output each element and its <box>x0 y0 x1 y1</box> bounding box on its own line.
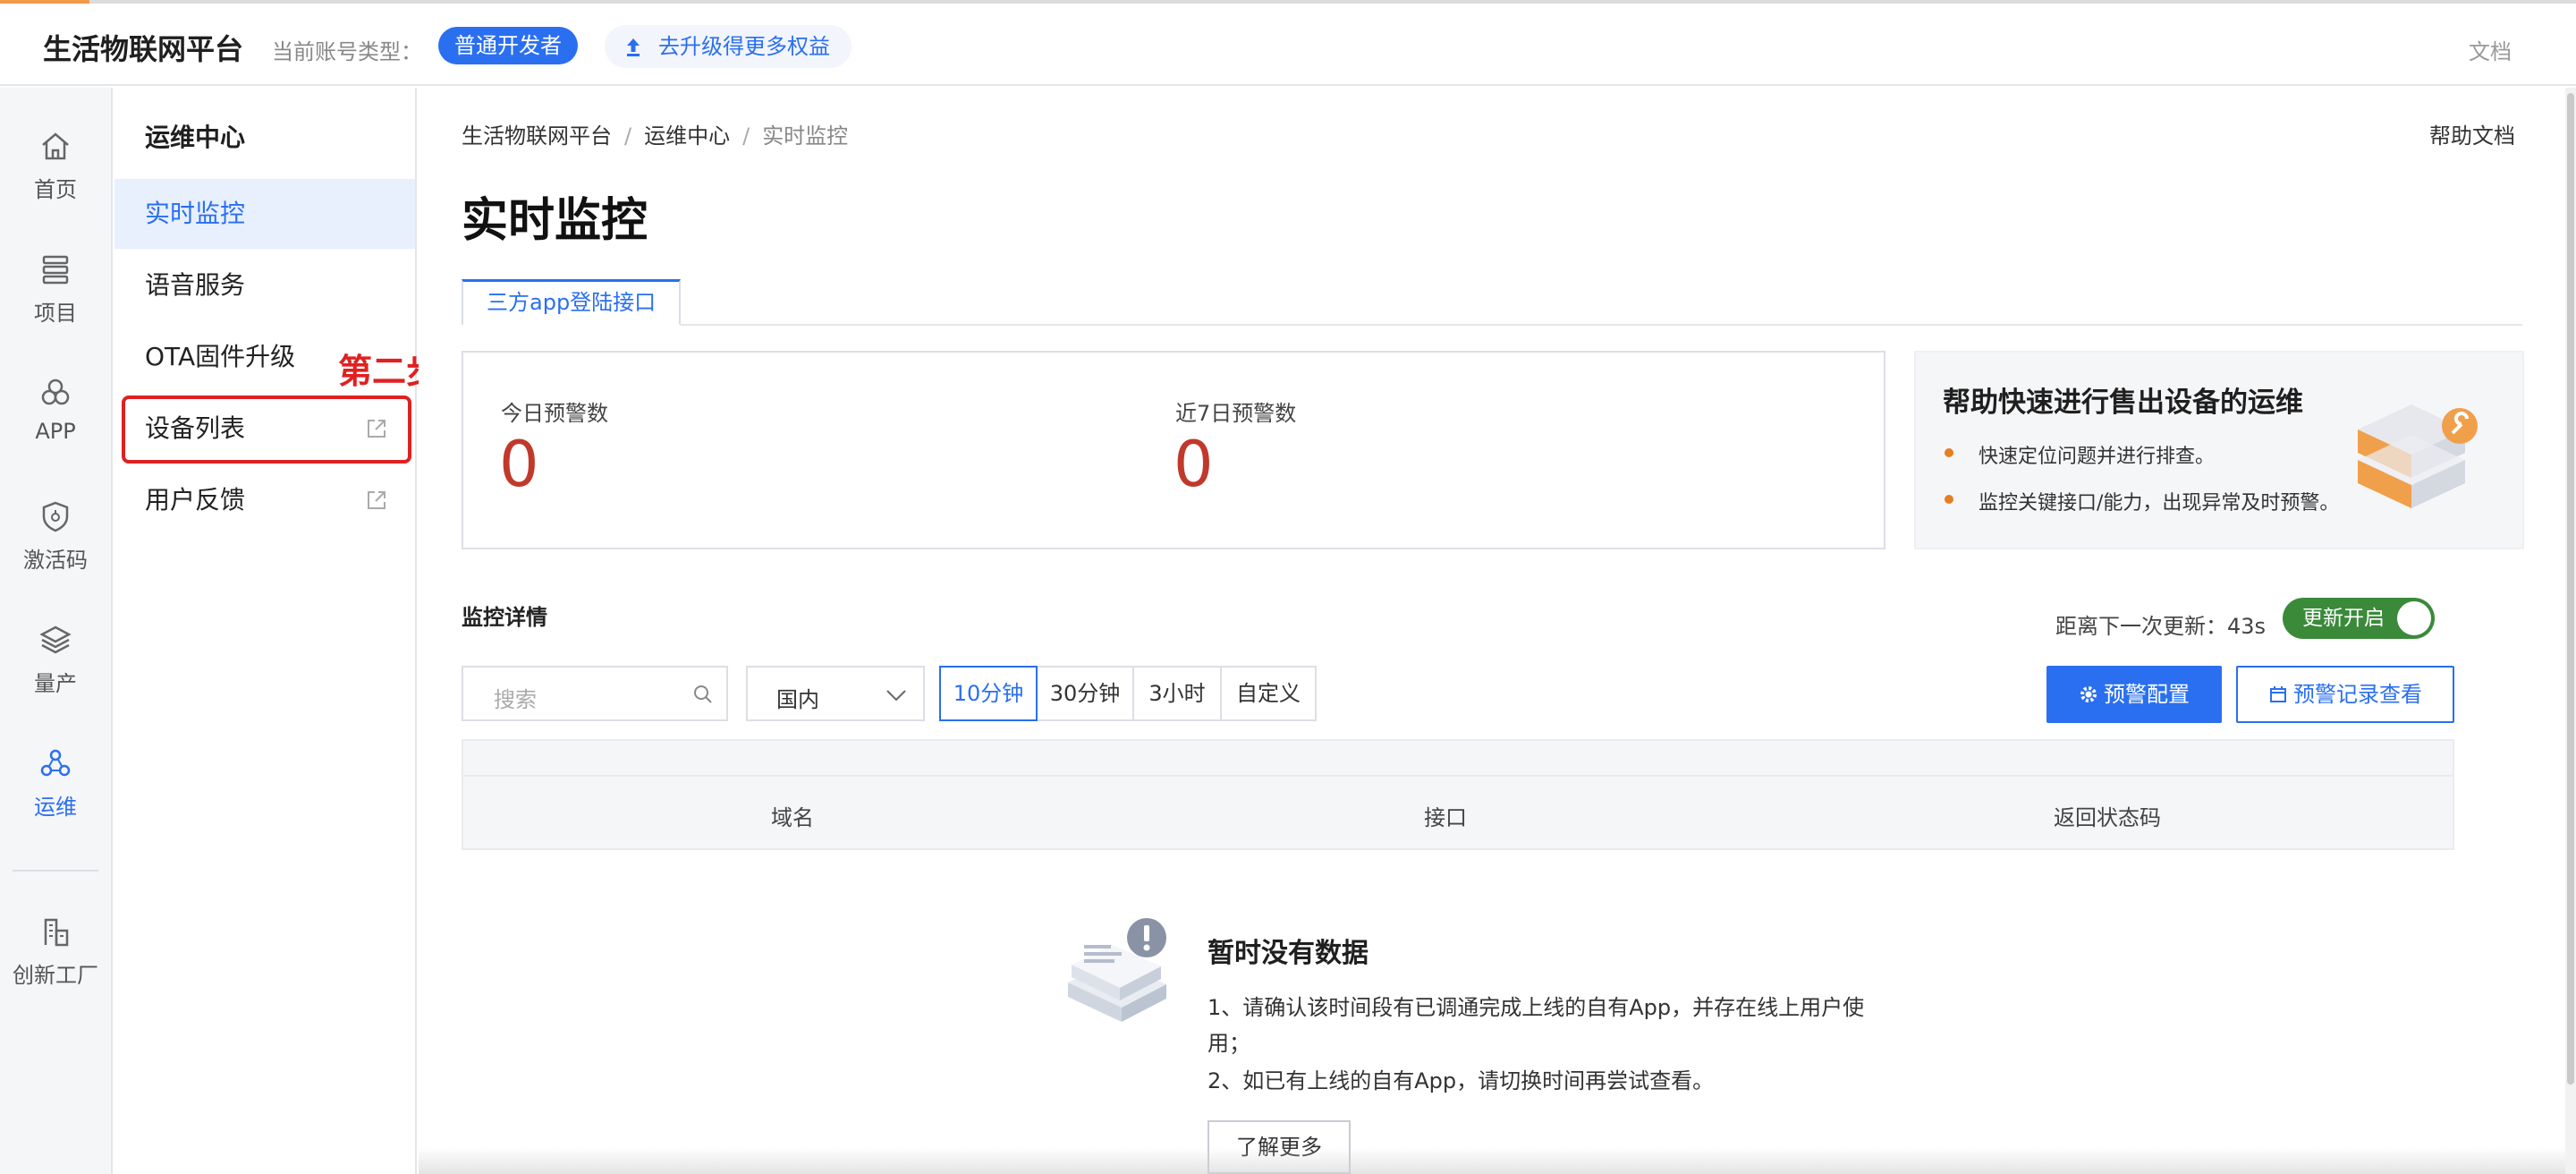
nav-label: 量产 <box>34 671 77 696</box>
nav-item-app[interactable]: APP <box>0 376 111 483</box>
search-icon <box>694 685 712 703</box>
nav-label: 项目 <box>34 301 77 326</box>
menu-item-label: 用户反馈 <box>145 485 246 515</box>
search-input[interactable]: 搜索 <box>462 666 728 721</box>
tab-third-party-login[interactable]: 三方app登陆接口 <box>462 279 682 326</box>
account-type-badge: 普通开发者 <box>438 27 578 64</box>
ops-side-menu: 运维中心 实时监控 语音服务 OTA固件升级 设备列表 用户反馈 <box>114 88 417 1174</box>
breadcrumb-current: 实时监控 <box>762 123 849 149</box>
upgrade-button[interactable]: 去升级得更多权益 <box>605 25 852 68</box>
promo-title: 帮助快速进行售出设备的运维 <box>1943 387 2303 419</box>
shield-icon <box>42 501 69 532</box>
docs-link[interactable]: 文档 <box>2469 34 2512 65</box>
annotation-highlight-box <box>122 396 411 464</box>
nav-label: 首页 <box>34 177 77 202</box>
menu-title: 运维中心 <box>145 123 246 152</box>
help-docs-link[interactable]: 帮助文档 <box>2429 118 2515 149</box>
nav-item-project[interactable]: 项目 <box>0 252 111 360</box>
toggle-knob <box>2397 601 2431 635</box>
calendar-icon <box>2270 686 2286 702</box>
nav-label: 激活码 <box>23 548 88 573</box>
empty-state-hint-1: 1、请确认该时间段有已调通完成上线的自有App，并存在线上用户使 <box>1208 995 1865 1020</box>
range-custom-button[interactable]: 自定义 <box>1220 666 1317 721</box>
menu-item-label: 实时监控 <box>145 199 246 228</box>
page-title: 实时监控 <box>462 194 648 248</box>
factory-icon <box>44 918 69 947</box>
breadcrumb-item[interactable]: 运维中心 <box>644 123 730 149</box>
table-toolbar-strip <box>462 739 2454 777</box>
brand-title[interactable]: 生活物联网平台 <box>43 27 243 68</box>
today-alerts-label: 今日预警数 <box>501 401 608 426</box>
promo-bullet: 监控关键接口/能力，出现异常及时预警。 <box>1944 487 2339 515</box>
range-30min-button[interactable]: 30分钟 <box>1036 666 1134 721</box>
empty-data-illustration <box>1068 918 1166 1022</box>
promo-bullet: 快速定位问题并进行排查。 <box>1944 440 2215 469</box>
monitor-detail-title: 监控详情 <box>462 605 547 630</box>
circles-icon <box>41 379 70 405</box>
scrollbar-thumb[interactable] <box>2567 93 2574 1085</box>
nav-item-ops[interactable]: 运维 <box>0 746 111 854</box>
left-nav: 首页 项目 APP 激活码 量产 运维 创新工厂 <box>0 88 113 1174</box>
upgrade-label: 去升级得更多权益 <box>658 34 830 59</box>
nav-label: 创新工厂 <box>13 963 98 988</box>
auto-refresh-toggle[interactable]: 更新开启 <box>2283 598 2435 639</box>
alert-stats-card: 今日预警数 0 近7日预警数 0 <box>462 351 1885 549</box>
alert-records-label: 预警记录查看 <box>2293 682 2422 707</box>
nav-item-mass-production[interactable]: 量产 <box>0 623 111 730</box>
today-alerts-value: 0 <box>499 428 539 501</box>
column-header-status-code: 返回状态码 <box>2054 805 2161 830</box>
column-header-domain: 域名 <box>771 805 814 830</box>
external-link-icon <box>368 491 386 509</box>
gear-icon <box>2080 686 2097 702</box>
range-10min-button[interactable]: 10分钟 <box>939 666 1038 721</box>
menu-item-label: 语音服务 <box>145 270 246 300</box>
chevron-down-icon <box>886 690 906 702</box>
menu-item-user-feedback[interactable]: 用户反馈 <box>114 465 415 535</box>
column-header-api: 接口 <box>1424 805 1467 830</box>
refresh-countdown: 距离下一次更新：43s <box>2055 614 2267 639</box>
empty-state-hint-1-cont: 用； <box>1208 1031 1250 1056</box>
empty-state-title: 暂时没有数据 <box>1208 938 1368 969</box>
nav-item-innovation-factory[interactable]: 创新工厂 <box>0 915 111 1022</box>
layers-icon <box>39 625 72 654</box>
toggle-label: 更新开启 <box>2302 607 2385 630</box>
nav-item-home[interactable]: 首页 <box>0 129 111 236</box>
breadcrumb: 生活物联网平台 / 运维中心 / 实时监控 <box>462 123 849 149</box>
menu-item-label: OTA固件升级 <box>145 342 296 371</box>
promo-card: 帮助快速进行售出设备的运维 快速定位问题并进行排查。 监控关键接口/能力，出现异… <box>1914 351 2524 549</box>
server-tools-illustration <box>2358 404 2478 508</box>
menu-item-realtime-monitor[interactable]: 实时监控 <box>114 179 415 249</box>
stack-icon <box>42 255 69 285</box>
region-select[interactable]: 国内 <box>746 666 925 721</box>
range-3h-button[interactable]: 3小时 <box>1132 666 1222 721</box>
table-header: 域名 接口 返回状态码 <box>462 775 2454 850</box>
account-type-label: 当前账号类型： <box>272 39 422 64</box>
region-value: 国内 <box>776 687 819 712</box>
bottom-fade <box>419 1147 2565 1174</box>
nav-item-activation[interactable]: 激活码 <box>0 499 111 607</box>
nav-label: APP <box>35 419 76 444</box>
week-alerts-label: 近7日预警数 <box>1175 401 1297 426</box>
alert-config-label: 预警配置 <box>2104 682 2190 707</box>
breadcrumb-item[interactable]: 生活物联网平台 <box>462 123 612 149</box>
tab-underline <box>462 324 2522 326</box>
page-scrollbar[interactable] <box>2565 88 2576 1174</box>
nav-divider <box>13 870 98 872</box>
nav-label: 运维 <box>34 795 77 820</box>
search-placeholder: 搜索 <box>494 687 537 712</box>
home-icon <box>42 132 69 160</box>
ops-icon <box>40 749 71 777</box>
alert-config-button[interactable]: 预警配置 <box>2046 666 2222 723</box>
menu-item-voice-service[interactable]: 语音服务 <box>114 251 415 320</box>
main-content: 生活物联网平台 / 运维中心 / 实时监控 帮助文档 实时监控 三方app登陆接口 今日… <box>419 88 2565 1174</box>
upload-icon <box>627 38 640 56</box>
empty-state-hint-2: 2、如已有上线的自有App，请切换时间再尝试查看。 <box>1208 1068 1715 1093</box>
top-header: 生活物联网平台 当前账号类型： 普通开发者 去升级得更多权益 文档 <box>0 4 2576 86</box>
week-alerts-value: 0 <box>1174 428 1214 501</box>
alert-records-button[interactable]: 预警记录查看 <box>2236 666 2454 723</box>
